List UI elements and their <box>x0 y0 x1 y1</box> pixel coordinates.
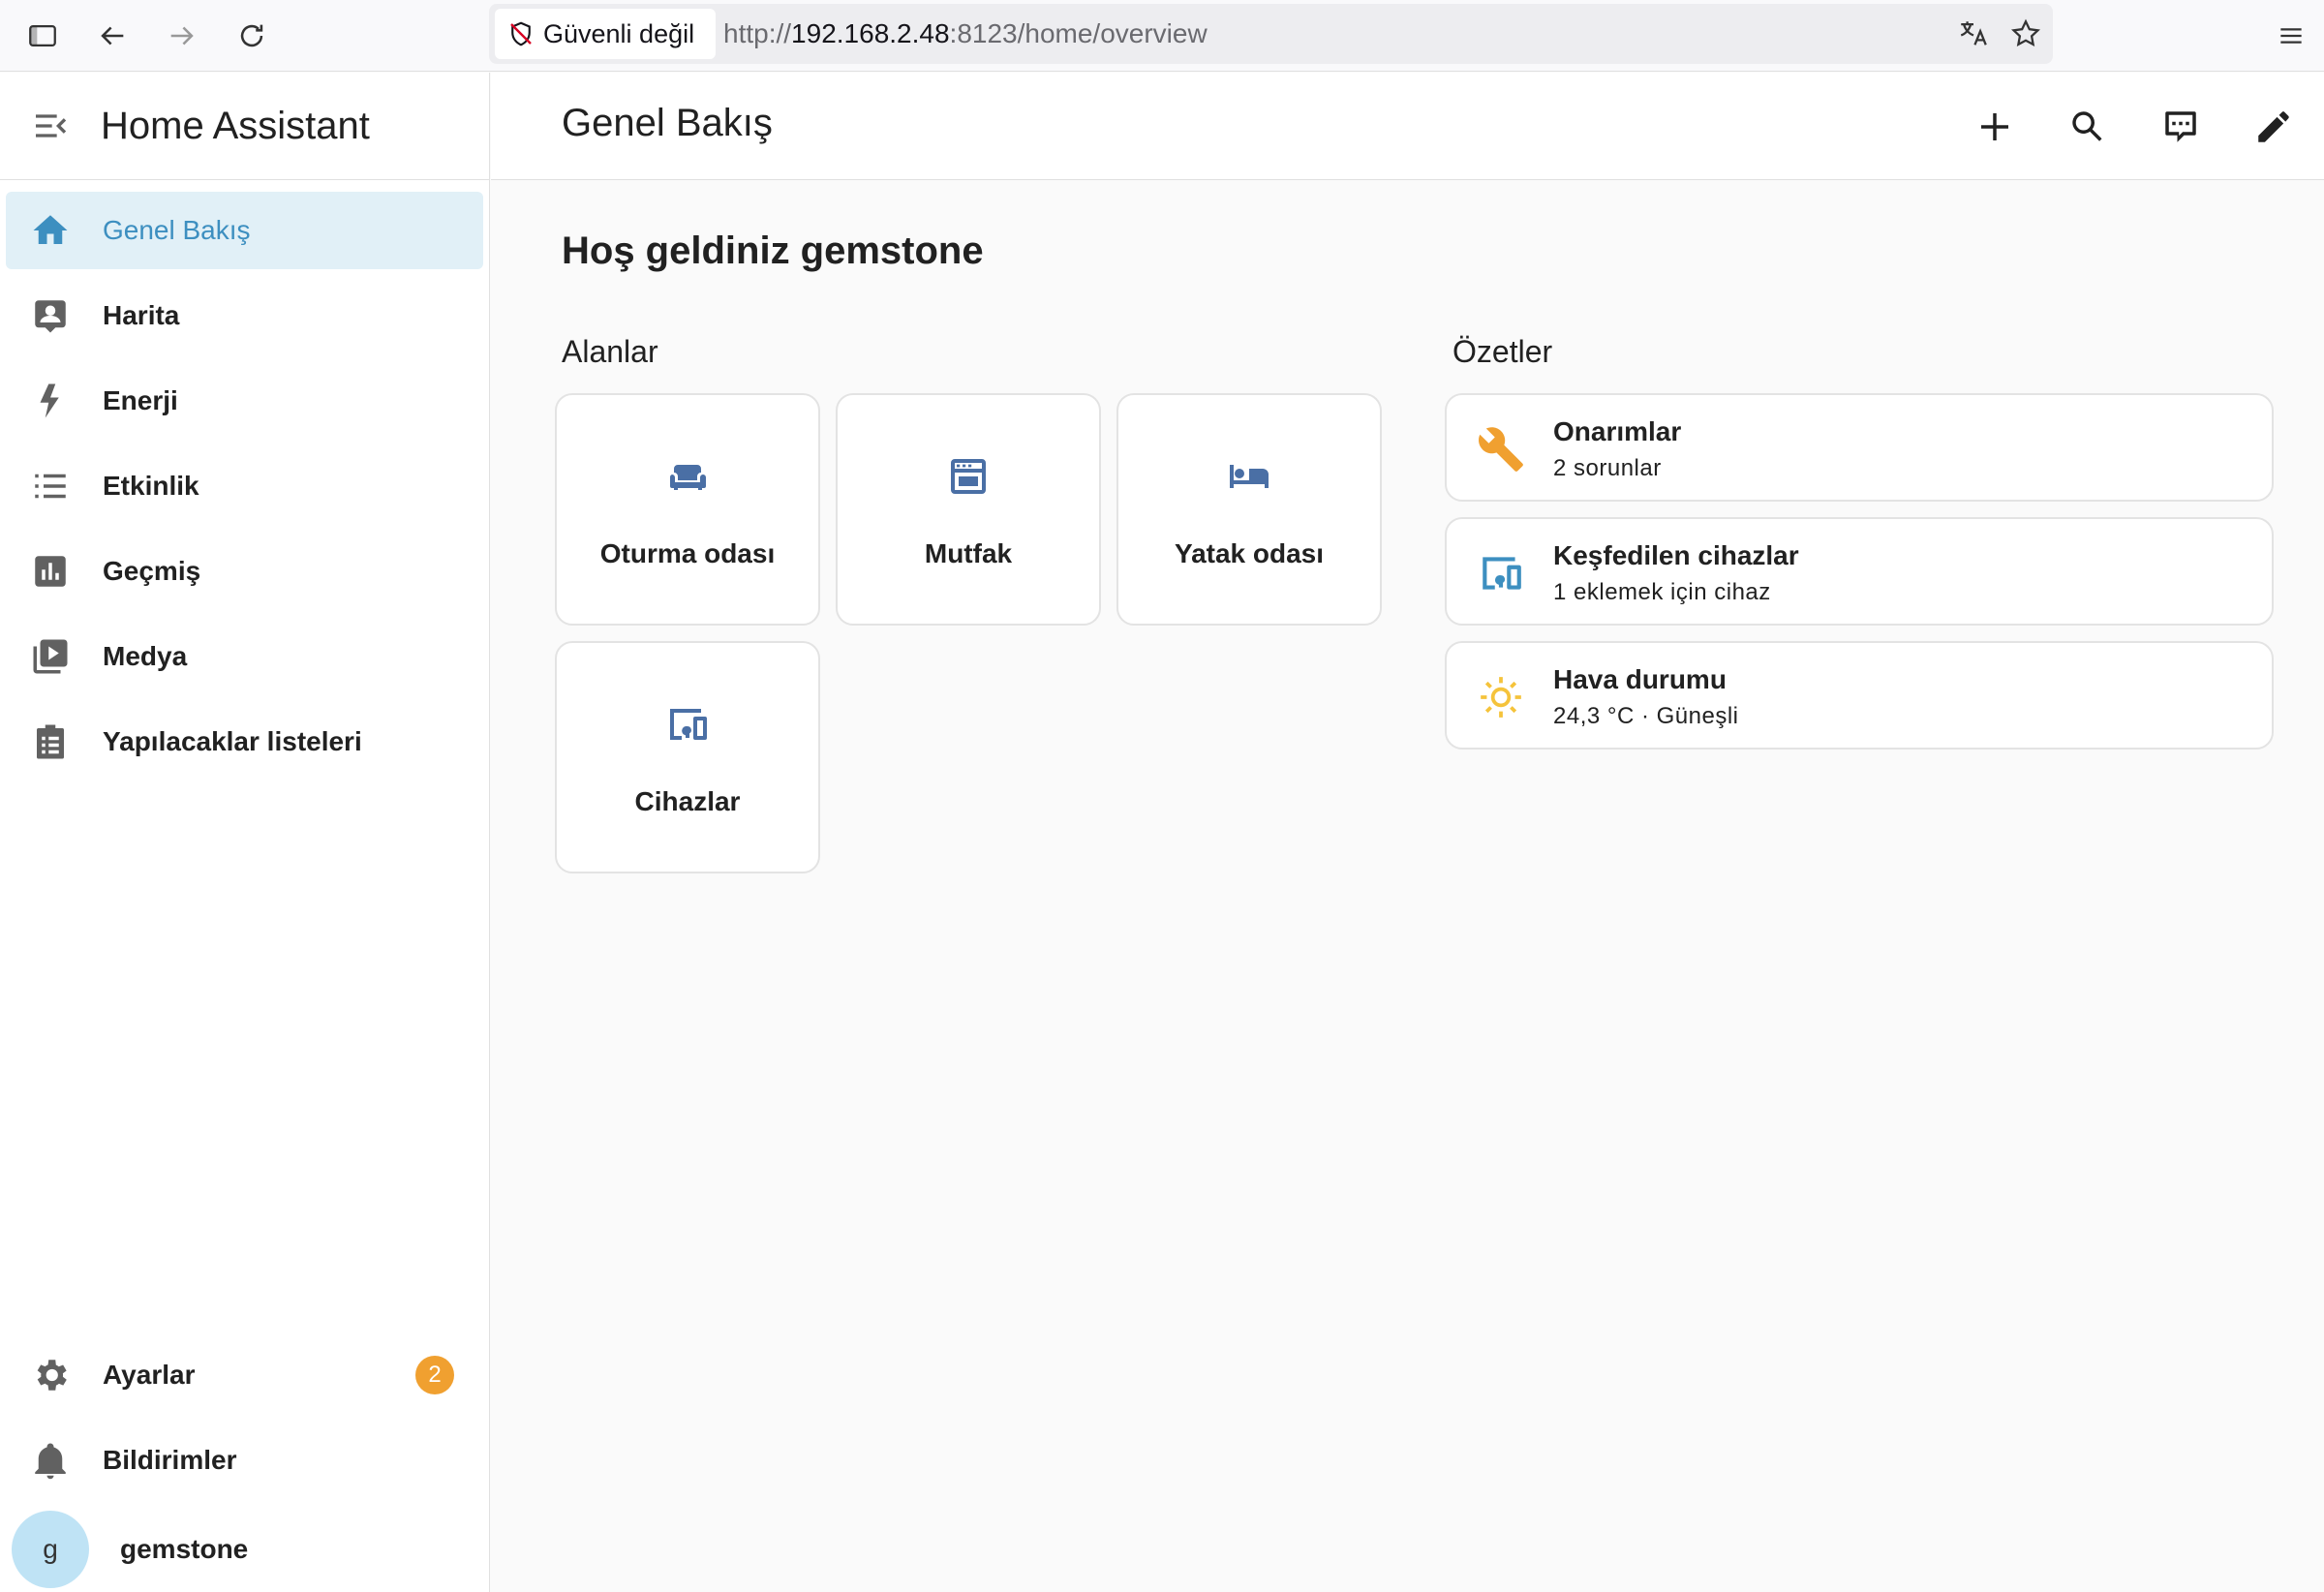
hamburger-icon <box>2280 28 2302 44</box>
clipboard-list-icon <box>37 724 64 759</box>
avatar: g <box>12 1511 89 1588</box>
area-name: Yatak odası <box>1174 538 1325 568</box>
sidebar-item-label: Bildirimler <box>103 1445 237 1475</box>
add-button[interactable] <box>1968 100 2022 154</box>
lightning-bolt-icon <box>40 383 59 418</box>
browser-menu-button[interactable] <box>2268 13 2314 59</box>
sidebar-item-settings[interactable]: Ayarlar 2 <box>6 1336 483 1414</box>
plus-icon <box>1981 113 2008 140</box>
devices-icon <box>670 709 707 740</box>
bed-icon <box>1230 465 1269 488</box>
area-card-living-room[interactable]: Oturma odası <box>555 393 820 626</box>
assist-button[interactable] <box>2154 100 2208 154</box>
url-text[interactable]: http://192.168.2.48:8123/home/overview <box>723 4 1208 64</box>
edit-button[interactable] <box>2247 100 2301 154</box>
area-name: Mutfak <box>924 538 1013 568</box>
area-card-bedroom[interactable]: Yatak odası <box>1116 393 1382 626</box>
summary-card-weather[interactable]: Hava durumu 24,3 °C · Güneşli <box>1445 641 2274 750</box>
area-card-kitchen[interactable]: Mutfak <box>836 393 1101 626</box>
sofa-icon <box>669 465 706 490</box>
sidebar-item-map[interactable]: Harita <box>6 277 483 354</box>
area-name: Cihazlar <box>634 786 741 816</box>
translate-button[interactable] <box>1950 11 1997 57</box>
sidebar-item-label: Harita <box>103 300 180 330</box>
sidebar-item-todo[interactable]: Yapılacaklar listeleri <box>6 703 483 781</box>
star-icon <box>2011 18 2040 47</box>
translate-icon <box>1960 21 1987 46</box>
summary-title: Onarımlar <box>1553 416 1682 446</box>
chart-box-icon <box>35 556 66 587</box>
main-content: Genel Bakış Hoş geldiniz gemstone Alanla… <box>491 73 2324 1592</box>
search-icon <box>2072 111 2102 141</box>
menu-open-icon <box>36 114 67 138</box>
shield-off-icon <box>510 21 532 46</box>
areas-heading: Alanlar <box>562 334 658 369</box>
sunny-icon <box>1481 677 1521 718</box>
sidebar-header: Home Assistant <box>0 73 489 180</box>
sidebar-item-label: Enerji <box>103 385 178 415</box>
app-title: Home Assistant <box>101 104 370 147</box>
security-label: Güvenli değil <box>543 18 695 48</box>
reload-icon <box>240 24 263 47</box>
sidebar-toggle-button[interactable] <box>19 13 66 59</box>
sidebar-item-label: Geçmiş <box>103 556 201 586</box>
sidebar-item-label: Genel Bakış <box>103 215 251 245</box>
summary-subtitle: 1 eklemek için cihaz <box>1553 579 1771 605</box>
sidebar-item-profile[interactable]: g gemstone <box>6 1507 483 1592</box>
home-icon <box>33 215 68 244</box>
sidebar-bottom: Ayarlar 2 Bildirimler g gemstone <box>6 1336 483 1592</box>
sidebar-item-overview[interactable]: Genel Bakış <box>6 192 483 269</box>
arrow-right-icon <box>170 26 194 46</box>
summary-title: Keşfedilen cihazlar <box>1553 540 1799 570</box>
sidebar: Home Assistant Genel Bakış Harita Enerji… <box>0 73 490 1592</box>
account-box-icon <box>35 300 66 333</box>
welcome-heading: Hoş geldiniz gemstone <box>562 230 984 272</box>
sidebar-item-notifications[interactable]: Bildirimler <box>6 1422 483 1499</box>
arrow-left-icon <box>101 26 124 46</box>
sidebar-item-label: Medya <box>103 641 188 671</box>
sidebar-item-label: Etkinlik <box>103 471 199 501</box>
devices-icon <box>1483 557 1521 590</box>
area-name: Oturma odası <box>599 538 776 568</box>
bell-icon <box>35 1443 66 1480</box>
back-button[interactable] <box>89 13 136 59</box>
settings-badge: 2 <box>415 1356 454 1394</box>
area-card-devices[interactable]: Cihazlar <box>555 641 820 873</box>
forward-button[interactable] <box>159 13 205 59</box>
format-list-bulleted-icon <box>35 474 66 499</box>
pencil-icon <box>2258 111 2289 142</box>
url-bar[interactable]: Güvenli değil http://192.168.2.48:8123/h… <box>489 4 2053 64</box>
summary-title: Hava durumu <box>1553 664 1727 694</box>
browser-toolbar: Güvenli değil http://192.168.2.48:8123/h… <box>0 0 2324 72</box>
stove-icon <box>951 459 986 494</box>
sidebar-item-history[interactable]: Geçmiş <box>6 533 483 610</box>
play-box-multiple-icon <box>33 639 68 674</box>
sidebar-item-label: Ayarlar <box>103 1360 196 1390</box>
sidebar-icon <box>29 24 56 47</box>
search-button[interactable] <box>2061 100 2115 154</box>
sidebar-item-energy[interactable]: Enerji <box>6 362 483 440</box>
summary-subtitle: 2 sorunlar <box>1553 455 1662 481</box>
summaries-heading: Özetler <box>1452 334 1553 369</box>
summary-subtitle: 24,3 °C · Güneşli <box>1553 703 1739 729</box>
sidebar-item-label: Yapılacaklar listeleri <box>103 726 362 756</box>
wrench-icon <box>1478 427 1523 472</box>
comment-processing-icon <box>2165 111 2196 142</box>
bookmark-button[interactable] <box>2003 11 2049 57</box>
user-name: gemstone <box>120 1534 249 1564</box>
summary-card-repairs[interactable]: Onarımlar 2 sorunlar <box>1445 393 2274 502</box>
reload-button[interactable] <box>229 13 275 59</box>
summary-card-discovered-devices[interactable]: Keşfedilen cihazlar 1 eklemek için cihaz <box>1445 517 2274 626</box>
sidebar-nav: Genel Bakış Harita Enerji Etkinlik Geçmi… <box>0 180 489 800</box>
top-app-bar: Genel Bakış <box>491 73 2324 180</box>
gear-icon <box>37 1360 67 1391</box>
sidebar-collapse-button[interactable] <box>0 73 101 180</box>
security-indicator[interactable]: Güvenli değil <box>495 9 716 59</box>
sidebar-item-logbook[interactable]: Etkinlik <box>6 447 483 525</box>
page-title: Genel Bakış <box>562 102 773 144</box>
sidebar-item-media[interactable]: Medya <box>6 618 483 695</box>
